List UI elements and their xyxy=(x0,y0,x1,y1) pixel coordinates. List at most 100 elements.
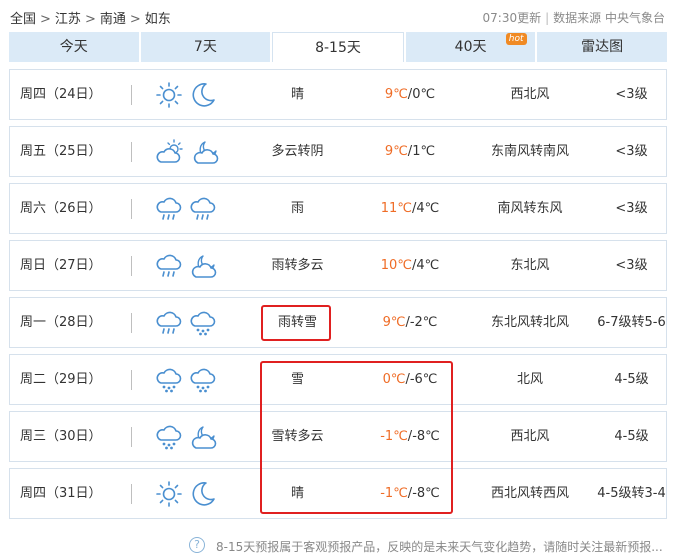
rain-icon xyxy=(155,252,183,280)
low-temp: 4℃ xyxy=(416,258,440,273)
breadcrumb-item-county: 如东 xyxy=(144,12,171,27)
cloudy-night-icon xyxy=(191,138,221,166)
weather-description: 多云转阴 xyxy=(271,144,324,159)
forecast-row: 周五（25日） 多云转阴 9℃/1℃ 东南风转南风 <3级 xyxy=(9,126,667,177)
weather-icons xyxy=(155,241,225,290)
weather-description: 晴 xyxy=(290,87,304,102)
tab-label: 8-15天 xyxy=(315,40,361,56)
cloudy-night-icon xyxy=(189,252,219,280)
high-temp: 9℃ xyxy=(382,315,406,330)
wind-direction: 东南风转南风 xyxy=(490,144,569,159)
weather-description: 雨转多云 xyxy=(271,258,324,273)
wind-level: <3级 xyxy=(615,144,648,159)
temperature: 11℃/4℃ xyxy=(365,184,455,233)
wind-level: 4-5级 xyxy=(614,429,649,444)
column-divider xyxy=(131,370,132,390)
tab-label: 7天 xyxy=(193,39,217,55)
high-temp: 11℃ xyxy=(380,201,412,216)
forecast-day: 周二（29日） xyxy=(20,372,102,387)
column-divider xyxy=(131,85,132,105)
weather-icons xyxy=(155,298,225,347)
forecast-row: 周四（24日） 晴 9℃/0℃ 西北风 <3级 xyxy=(9,69,667,120)
weather-icons xyxy=(155,355,225,404)
breadcrumb: 全国 > 江苏 > 南通 > 如东 xyxy=(10,8,171,27)
cloudy-day-icon xyxy=(155,138,185,166)
breadcrumb-separator: > xyxy=(84,12,96,27)
wind-level: <3级 xyxy=(615,87,648,102)
update-time: 07:30更新 xyxy=(482,11,542,25)
weather-icons xyxy=(155,184,225,233)
data-source: 数据来源 中央气象台 xyxy=(553,11,665,25)
high-temp: 9℃ xyxy=(384,87,408,102)
wind-level: 4-5级转3-4 xyxy=(597,486,666,501)
breadcrumb-separator: > xyxy=(40,12,51,27)
breadcrumb-separator: > xyxy=(129,12,141,27)
wind-direction: 东北风 xyxy=(510,258,550,273)
tab-label: 今天 xyxy=(59,39,88,55)
low-temp: 0℃ xyxy=(412,87,436,102)
wind-level: 4-5级 xyxy=(614,372,649,387)
high-temp: 9℃ xyxy=(384,144,408,159)
forecast-day: 周三（30日） xyxy=(20,429,102,444)
wind-level: <3级 xyxy=(615,201,648,216)
tab-radar[interactable]: 雷达图 xyxy=(537,32,667,62)
snow-icon xyxy=(155,366,183,394)
tab-label: 雷达图 xyxy=(581,39,624,55)
wind-level: 6-7级转5-6 xyxy=(597,315,666,330)
breadcrumb-item-country[interactable]: 全国 xyxy=(10,12,36,27)
forecast-day: 周五（25日） xyxy=(20,144,102,159)
forecast-day: 周六（26日） xyxy=(20,201,102,216)
rain-icon xyxy=(155,195,183,223)
wind-direction: 西北风 xyxy=(510,429,550,444)
weather-icons xyxy=(155,412,225,461)
breadcrumb-item-city[interactable]: 南通 xyxy=(100,12,126,27)
forecast-day: 周一（28日） xyxy=(20,315,102,330)
weather-description: 雨 xyxy=(290,201,304,216)
snow-icon xyxy=(155,423,183,451)
tab-today[interactable]: 今天 xyxy=(9,32,139,62)
snow-icon xyxy=(189,366,217,394)
snow-icon xyxy=(189,309,217,337)
wind-direction: 南风转东风 xyxy=(497,201,563,216)
column-divider xyxy=(131,427,132,447)
tab-40-days[interactable]: 40天 hot xyxy=(405,32,536,62)
highlight-box-rain-to-snow xyxy=(261,305,331,341)
column-divider xyxy=(131,313,132,333)
wind-direction: 西北风 xyxy=(510,87,550,102)
wind-direction: 东北风转北风 xyxy=(490,315,569,330)
forecast-day: 周日（27日） xyxy=(20,258,102,273)
forecast-day: 周四（31日） xyxy=(20,486,102,501)
help-icon[interactable]: ? xyxy=(189,537,205,553)
temperature: 9℃/1℃ xyxy=(365,127,455,176)
forecast-row: 周一（28日） 雨转雪 9℃/-2℃ 东北风转北风 6-7级转5-6 xyxy=(9,297,667,348)
forecast-disclaimer: 8-15天预报属于客观预报产品，反映的是未来天气变化趋势，请随时关注最新预报..… xyxy=(216,540,663,554)
update-divider: | xyxy=(545,11,550,25)
highlight-box-cold-days xyxy=(260,361,453,514)
moon-icon xyxy=(189,81,217,109)
breadcrumb-item-province[interactable]: 江苏 xyxy=(55,12,81,27)
top-bar: 全国 > 江苏 > 南通 > 如东 07:30更新 | 数据来源 中央气象台 xyxy=(0,0,675,32)
forecast-day: 周四（24日） xyxy=(20,87,102,102)
update-info: 07:30更新 | 数据来源 中央气象台 xyxy=(483,9,665,26)
sun-icon xyxy=(155,480,183,508)
temperature: 9℃/-2℃ xyxy=(365,298,455,347)
low-temp: 1℃ xyxy=(412,144,436,159)
column-divider xyxy=(131,484,132,504)
low-temp: -2℃ xyxy=(409,315,438,330)
footer-note: ? 8-15天预报属于客观预报产品，反映的是未来天气变化趋势，请随时关注最新预报… xyxy=(0,536,675,556)
column-divider xyxy=(131,142,132,162)
tab-8-15-days[interactable]: 8-15天 xyxy=(272,32,404,62)
temperature: 9℃/0℃ xyxy=(365,70,455,119)
high-temp: 10℃ xyxy=(380,258,412,273)
moon-icon xyxy=(189,480,217,508)
tab-7-days[interactable]: 7天 xyxy=(140,32,271,62)
cloudy-night-icon xyxy=(189,423,219,451)
weather-icons xyxy=(155,469,225,518)
low-temp: 4℃ xyxy=(416,201,440,216)
forecast-row: 周日（27日） 雨转多云 10℃/4℃ 东北风 <3级 xyxy=(9,240,667,291)
rain-icon xyxy=(189,195,217,223)
weather-icons xyxy=(155,70,225,119)
sun-icon xyxy=(155,81,183,109)
rain-icon xyxy=(155,309,183,337)
column-divider xyxy=(131,256,132,276)
